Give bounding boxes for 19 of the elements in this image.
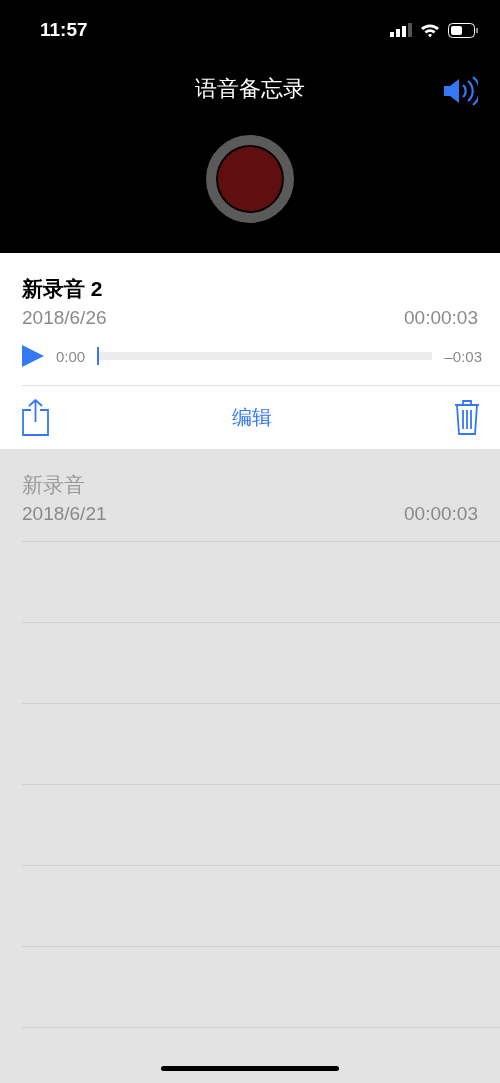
remaining-time: –0:03 — [444, 347, 482, 365]
signal-icon — [390, 23, 412, 37]
elapsed-time: 0:00 — [56, 347, 86, 365]
delete-button[interactable] — [454, 400, 480, 435]
playback-thumb[interactable] — [97, 347, 100, 365]
recording-name: 新录音 2 — [22, 276, 103, 302]
recording-duration: 00:00:03 — [404, 307, 478, 329]
screen-title: 语音备忘录 — [195, 75, 305, 103]
wifi-icon — [420, 22, 440, 38]
recording-date: 2018/6/26 — [22, 307, 107, 329]
speaker-icon[interactable] — [443, 76, 478, 106]
recording-duration: 00:00:03 — [404, 503, 478, 525]
recording-date: 2018/6/21 — [22, 503, 107, 525]
status-time: 11:57 — [40, 19, 88, 41]
recording-name: 新录音 — [22, 472, 85, 498]
battery-icon — [448, 22, 478, 38]
play-button[interactable] — [22, 345, 44, 367]
edit-button[interactable]: 编辑 — [227, 400, 276, 435]
share-button[interactable] — [22, 399, 49, 436]
